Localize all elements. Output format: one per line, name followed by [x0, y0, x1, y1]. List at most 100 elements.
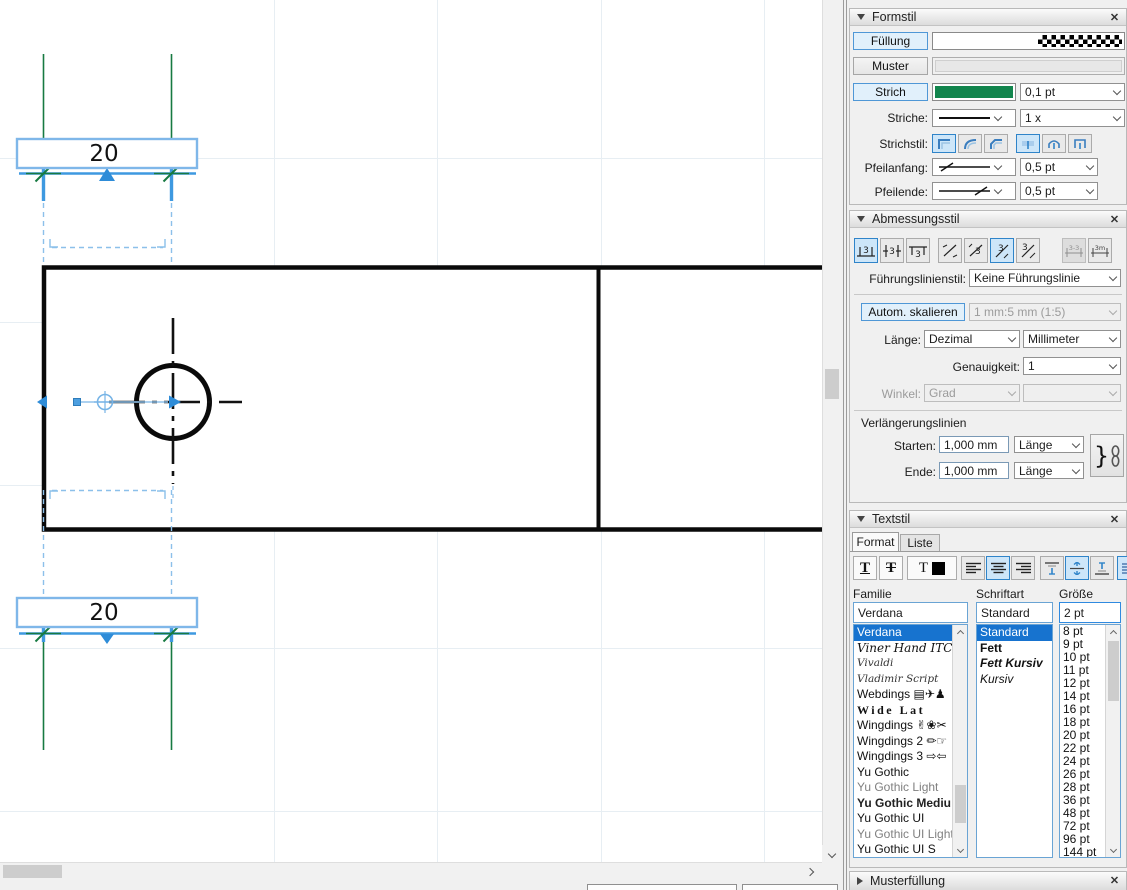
list-item[interactable]: Vivaldi: [854, 656, 954, 672]
list-item[interactable]: Kursiv: [977, 672, 1052, 688]
align-right-button[interactable]: [1011, 556, 1035, 580]
paragraph-style-1-button[interactable]: [1117, 556, 1127, 580]
list-item[interactable]: Yu Gothic Mediu: [854, 796, 954, 812]
list-item[interactable]: Vladimir Script: [854, 672, 954, 688]
dimension-top[interactable]: 20: [17, 54, 197, 266]
list-item[interactable]: 22 pt: [1060, 742, 1106, 755]
list-item[interactable]: Fett: [977, 641, 1052, 657]
scroll-down-icon[interactable]: [953, 843, 967, 857]
font-list-thumb[interactable]: [955, 785, 966, 823]
arrow-start-combo[interactable]: [932, 158, 1016, 176]
dim-dual-button[interactable]: 3-3: [1062, 238, 1086, 263]
scroll-right-button[interactable]: [802, 864, 818, 879]
valign-top-button[interactable]: [1040, 556, 1064, 580]
size-list-thumb[interactable]: [1108, 641, 1119, 701]
list-item[interactable]: Yu Gothic Light: [854, 780, 954, 796]
close-icon[interactable]: ✕: [1107, 512, 1122, 526]
list-item[interactable]: 96 pt: [1060, 833, 1106, 846]
align-left-button[interactable]: [961, 556, 985, 580]
list-item[interactable]: Standard: [977, 625, 1052, 641]
font-size-list[interactable]: 8 pt9 pt10 pt11 pt12 pt14 pt16 pt18 pt20…: [1059, 624, 1121, 858]
canvas-vertical-scrollbar[interactable]: [822, 0, 841, 862]
join-bevel-button[interactable]: [984, 134, 1008, 153]
dim-unit-button[interactable]: 3m: [1088, 238, 1112, 263]
stroke-color-swatch[interactable]: [932, 83, 1016, 101]
cap-round-button[interactable]: [1042, 134, 1066, 153]
fuellung-button[interactable]: Füllung: [853, 32, 928, 50]
dim-align-3-button[interactable]: 3: [990, 238, 1014, 263]
list-item[interactable]: Wingdings 3 ⇨⇦: [854, 749, 954, 765]
link-start-end-button[interactable]: }: [1090, 434, 1124, 477]
list-item[interactable]: 16 pt: [1060, 703, 1106, 716]
scroll-down-button[interactable]: [822, 845, 841, 862]
starten-input[interactable]: 1,000 mm: [939, 436, 1009, 453]
font-family-input[interactable]: Verdana: [853, 602, 968, 623]
starten-unit-combo[interactable]: Länge: [1014, 436, 1084, 453]
ende-input[interactable]: 1,000 mm: [939, 462, 1009, 479]
list-item[interactable]: 11 pt: [1060, 664, 1106, 677]
arrow-end-combo[interactable]: [932, 182, 1016, 200]
pattern-swatch[interactable]: [932, 57, 1125, 75]
list-item[interactable]: Verdana: [854, 625, 954, 641]
list-item[interactable]: Webdings ▤✈♟: [854, 687, 954, 703]
list-item[interactable]: Yu Gothic UI: [854, 811, 954, 827]
list-item[interactable]: 28 pt: [1060, 781, 1106, 794]
panel-splitter[interactable]: [841, 0, 849, 890]
strikethrough-button[interactable]: T: [879, 556, 903, 580]
fill-swatch[interactable]: [932, 32, 1125, 50]
underline-button[interactable]: T: [853, 556, 877, 580]
dim-align-1-button[interactable]: [938, 238, 962, 263]
laenge-unit-combo[interactable]: Millimeter: [1023, 330, 1121, 348]
list-item[interactable]: Fett Kursiv: [977, 656, 1052, 672]
text-color-button[interactable]: T: [907, 556, 957, 580]
tab-format[interactable]: Format: [852, 532, 899, 551]
horizontal-scrollbar-thumb[interactable]: [3, 865, 62, 878]
close-icon[interactable]: ✕: [1107, 873, 1122, 887]
drawing-canvas[interactable]: 20 20: [0, 0, 822, 862]
strich-button[interactable]: Strich: [853, 83, 928, 101]
list-item[interactable]: Wide Lat: [854, 703, 954, 719]
muster-button[interactable]: Muster: [853, 57, 928, 75]
font-list-scrollbar[interactable]: [952, 625, 967, 857]
canvas-horizontal-scrollbar[interactable]: [0, 862, 822, 880]
stroke-width-combo[interactable]: 0,1 pt: [1020, 83, 1125, 101]
list-item[interactable]: 144 pt: [1060, 846, 1106, 858]
autom-skalieren-button[interactable]: Autom. skalieren: [861, 303, 965, 321]
scroll-up-icon[interactable]: [953, 625, 967, 639]
join-round-button[interactable]: [958, 134, 982, 153]
list-item[interactable]: 9 pt: [1060, 638, 1106, 651]
valign-middle-button[interactable]: [1065, 556, 1089, 580]
list-item[interactable]: Yu Gothic UI S: [854, 842, 954, 858]
genauigkeit-combo[interactable]: 1: [1023, 357, 1121, 375]
list-item[interactable]: 48 pt: [1060, 807, 1106, 820]
list-item[interactable]: Wingdings 2 ✏☞: [854, 734, 954, 750]
dim-align-4-button[interactable]: 3: [1016, 238, 1040, 263]
dash-style-combo[interactable]: [932, 109, 1016, 127]
list-item[interactable]: 12 pt: [1060, 677, 1106, 690]
close-icon[interactable]: ✕: [1107, 10, 1122, 24]
dim-align-2-button[interactable]: 3: [964, 238, 988, 263]
list-item[interactable]: 18 pt: [1060, 716, 1106, 729]
font-family-list[interactable]: VerdanaViner Hand ITCVivaldiVladimir Scr…: [853, 624, 968, 858]
laenge-format-combo[interactable]: Dezimal: [924, 330, 1020, 348]
list-item[interactable]: Wingdings ✌❀✂: [854, 718, 954, 734]
list-item[interactable]: 8 pt: [1060, 625, 1106, 638]
cap-butt-button[interactable]: [1016, 134, 1040, 153]
font-style-input[interactable]: Standard: [976, 602, 1053, 623]
musterfuellung-header[interactable]: Musterfüllung ✕: [850, 872, 1126, 890]
font-size-input[interactable]: 2 pt: [1059, 602, 1121, 623]
join-miter-button[interactable]: [932, 134, 956, 153]
abmessungsstil-header[interactable]: Abmessungsstil ✕: [850, 211, 1126, 228]
list-item[interactable]: Viner Hand ITC: [854, 641, 954, 657]
font-style-list[interactable]: StandardFettFett KursivKursiv: [976, 624, 1053, 858]
valign-bottom-button[interactable]: [1090, 556, 1114, 580]
dash-mult-combo[interactable]: 1 x: [1020, 109, 1125, 127]
list-item[interactable]: 20 pt: [1060, 729, 1106, 742]
close-icon[interactable]: ✕: [1107, 212, 1122, 226]
arrow-start-size-combo[interactable]: 0,5 pt: [1020, 158, 1098, 176]
list-item[interactable]: 24 pt: [1060, 755, 1106, 768]
tab-liste[interactable]: Liste: [900, 534, 940, 551]
ende-unit-combo[interactable]: Länge: [1014, 462, 1084, 479]
formstil-header[interactable]: Formstil ✕: [850, 9, 1126, 26]
dim-text-above-button[interactable]: 3: [854, 238, 878, 263]
